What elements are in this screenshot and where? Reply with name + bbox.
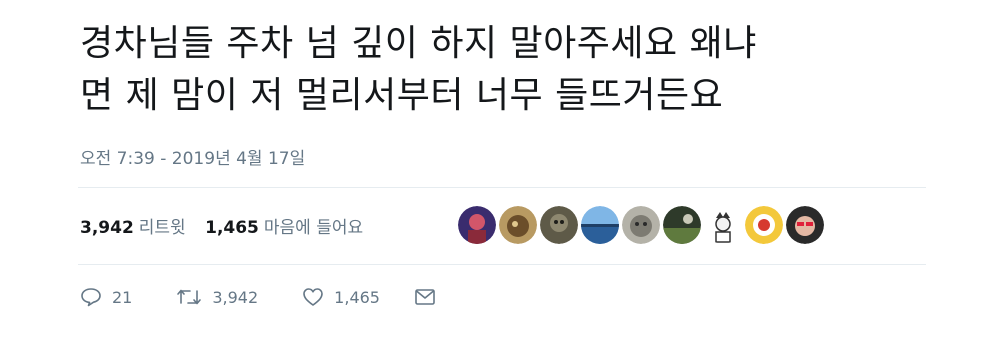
reply-count: 21 <box>112 287 133 307</box>
avatar-1[interactable] <box>458 206 496 244</box>
divider-top <box>78 187 926 188</box>
retweets-count[interactable]: 3,942 <box>80 218 134 238</box>
avatar-4[interactable] <box>581 206 619 244</box>
like-button[interactable]: 1,465 <box>302 287 380 307</box>
avatar-6[interactable] <box>663 206 701 244</box>
retweet-count: 3,942 <box>212 287 259 307</box>
tweet-text-line-1: 경차님들 주차 넘 깊이 하지 말아주세요 왜냐 <box>80 23 757 64</box>
reply-button[interactable]: 21 <box>80 287 132 307</box>
retweet-icon <box>176 287 202 307</box>
tweet-stats: 3,942 리트윗 1,465 마음에 들어요 <box>80 213 377 238</box>
avatar-5[interactable] <box>622 206 660 244</box>
likes-count[interactable]: 1,465 <box>205 218 259 238</box>
direct-message-button[interactable] <box>414 288 436 306</box>
tweet-timestamp[interactable]: 오전 7:39 - 2019년 4월 17일 <box>80 144 305 169</box>
liker-avatars <box>458 206 824 244</box>
message-icon <box>414 288 436 306</box>
avatar-2[interactable] <box>499 206 537 244</box>
tweet-text: 경차님들 주차 넘 깊이 하지 말아주세요 왜냐 면 제 맘이 저 멀리서부터 … <box>80 18 960 122</box>
likes-label[interactable]: 마음에 들어요 <box>264 218 363 238</box>
divider-bottom <box>78 264 926 265</box>
reply-icon <box>80 287 102 307</box>
retweets-label[interactable]: 리트윗 <box>139 218 186 238</box>
avatar-7[interactable] <box>704 206 742 244</box>
avatar-9[interactable] <box>786 206 824 244</box>
retweet-button[interactable]: 3,942 <box>176 287 258 307</box>
avatar-3[interactable] <box>540 206 578 244</box>
like-icon <box>302 287 324 307</box>
tweet-card: 경차님들 주차 넘 깊이 하지 말아주세요 왜냐 면 제 맘이 저 멀리서부터 … <box>0 0 1000 350</box>
avatar-8[interactable] <box>745 206 783 244</box>
like-count: 1,465 <box>334 287 380 307</box>
tweet-actions: 21 3,942 1,465 <box>80 287 436 307</box>
tweet-text-line-2: 면 제 맘이 저 멀리서부터 너무 들뜨거든요 <box>80 75 724 116</box>
